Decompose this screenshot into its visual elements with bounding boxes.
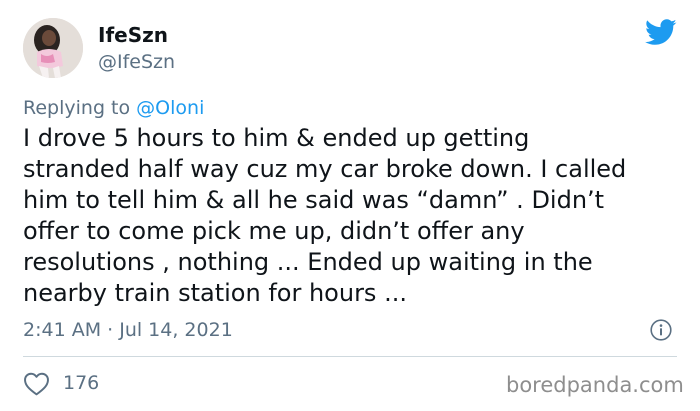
twitter-bird-icon[interactable] (645, 19, 677, 46)
divider (23, 356, 677, 357)
like-count: 176 (63, 372, 100, 394)
tweet-text-line: nearby train station for hours ... (23, 279, 407, 307)
author-handle[interactable]: @IfeSzn (98, 50, 175, 74)
tweet-text: I drove 5 hours to him & ended up gettin… (23, 123, 673, 309)
watermark: boredpanda.com (506, 373, 684, 397)
info-icon[interactable] (650, 319, 672, 341)
author-display-name[interactable]: IfeSzn (98, 22, 168, 48)
tweet-text-line: him to tell him & all he said was “damn”… (23, 186, 605, 214)
tweet-text-line: resolutions , nothing ... Ended up waiti… (23, 248, 593, 276)
avatar[interactable] (23, 18, 83, 78)
reply-prefix: Replying to (23, 97, 131, 119)
heart-icon[interactable] (23, 372, 50, 396)
reply-context: Replying to @Oloni (23, 96, 204, 120)
tweet-text-line: offer to come pick me up, didn’t offer a… (23, 217, 525, 245)
tweet-text-line: stranded half way cuz my car broke down.… (23, 155, 627, 183)
reply-target-link[interactable]: @Oloni (136, 97, 204, 119)
tweet-text-line: I drove 5 hours to him & ended up gettin… (23, 124, 530, 152)
tweet-timestamp[interactable]: 2:41 AM · Jul 14, 2021 (23, 318, 233, 342)
avatar-photo (23, 18, 83, 78)
